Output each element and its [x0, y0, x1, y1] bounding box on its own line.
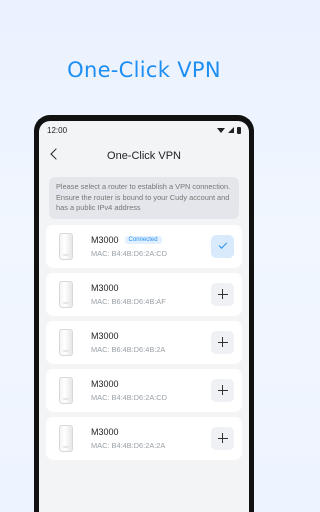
router-mac: MAC: B4:4B:D6:2A:CD	[91, 392, 167, 402]
router-info: M3000 MAC: B4:4B:D6:2A:2A	[91, 427, 211, 450]
router-info: M3000 MAC: B6:4B:D6:4B:AF	[91, 283, 211, 306]
router-card[interactable]: M3000 MAC: B6:4B:D6:4B:AF	[46, 272, 242, 316]
plus-icon	[217, 337, 228, 347]
page-title: One-Click VPN	[107, 150, 181, 162]
select-button[interactable]	[211, 234, 234, 258]
check-icon	[218, 240, 227, 249]
phone-frame: 12:00 One-Click VPN Please select a rout…	[34, 115, 254, 512]
router-mac: MAC: B4:4B:D6:2A:CD	[91, 248, 167, 258]
add-button[interactable]	[211, 378, 234, 402]
router-mac: MAC: B4:4B:D6:2A:2A	[91, 440, 166, 450]
router-info: M3000 MAC: B6:4B:D6:4B:2A	[91, 331, 211, 354]
router-mac: MAC: B6:4B:D6:4B:2A	[91, 344, 166, 354]
router-info: M3000 Connected MAC: B4:4B:D6:2A:CD	[91, 235, 211, 258]
router-info: M3000 MAC: B4:4B:D6:2A:CD	[91, 379, 211, 402]
router-list: M3000 Connected MAC: B4:4B:D6:2A:CD M300…	[39, 224, 249, 460]
router-image	[59, 376, 73, 404]
signal-icon	[228, 127, 234, 133]
battery-icon	[237, 126, 241, 134]
router-name: M3000	[91, 282, 119, 293]
router-name: M3000	[91, 378, 119, 389]
wifi-icon	[217, 127, 225, 133]
plus-icon	[217, 289, 228, 299]
plus-icon	[217, 433, 228, 443]
hero-title: One-Click VPN	[67, 58, 221, 82]
add-button[interactable]	[211, 282, 234, 306]
router-image	[59, 280, 73, 308]
router-card[interactable]: M3000 MAC: B6:4B:D6:4B:2A	[46, 320, 242, 364]
status-bar: 12:00	[39, 121, 249, 139]
router-card[interactable]: M3000 Connected MAC: B4:4B:D6:2A:CD	[46, 224, 242, 268]
router-image	[59, 424, 73, 452]
status-badge: Connected	[124, 235, 162, 244]
status-icons	[217, 126, 241, 134]
router-card[interactable]: M3000 MAC: B4:4B:D6:2A:CD	[46, 368, 242, 412]
notice-text: Please select a router to establish a VP…	[49, 177, 239, 219]
phone-screen: 12:00 One-Click VPN Please select a rout…	[39, 121, 249, 512]
router-mac: MAC: B6:4B:D6:4B:AF	[91, 296, 166, 306]
router-card[interactable]: M3000 MAC: B4:4B:D6:2A:2A	[46, 416, 242, 460]
add-button[interactable]	[211, 330, 234, 354]
router-name: M3000	[91, 330, 119, 341]
router-image	[59, 328, 73, 356]
router-image	[59, 232, 73, 260]
add-button[interactable]	[211, 426, 234, 450]
status-time: 12:00	[47, 125, 68, 135]
router-name: M3000	[91, 234, 119, 245]
nav-bar: One-Click VPN	[39, 139, 249, 173]
plus-icon	[217, 385, 228, 395]
router-name: M3000	[91, 426, 119, 437]
